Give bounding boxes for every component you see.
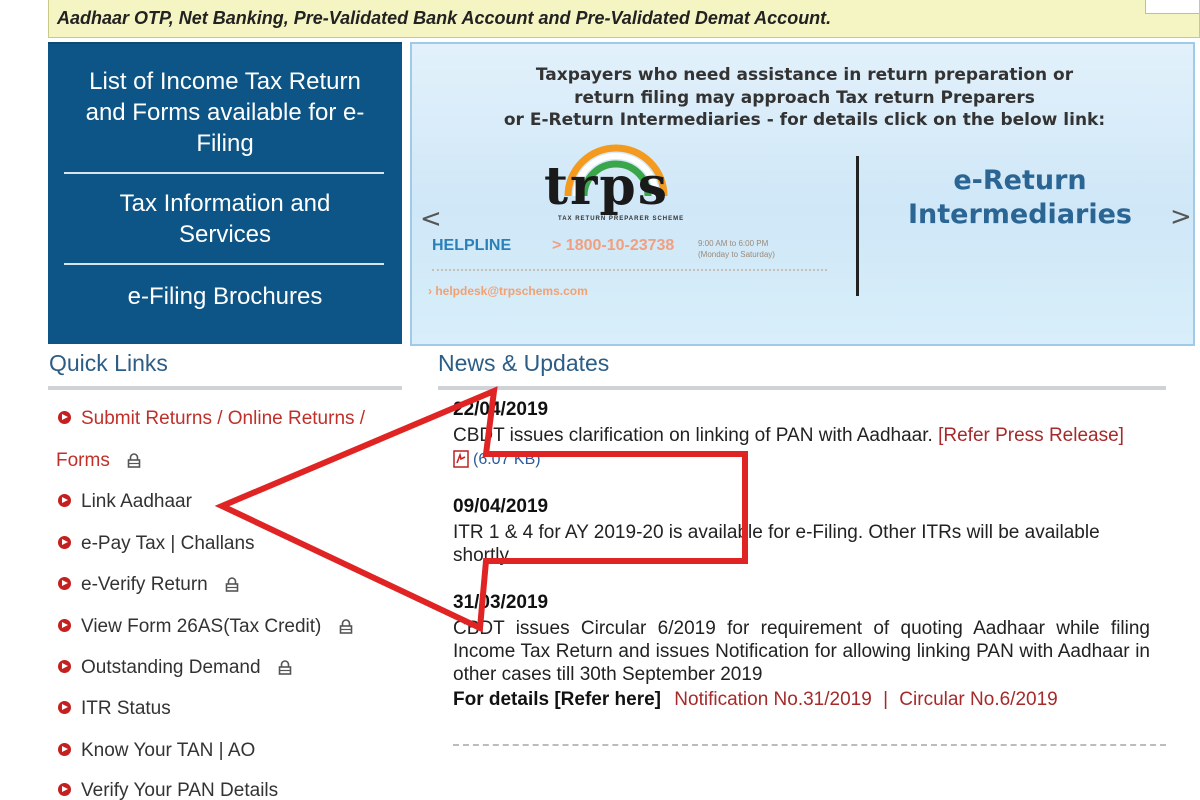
lock-icon	[278, 660, 292, 676]
quick-link-everify-return[interactable]: e-Verify Return	[58, 574, 239, 596]
quick-link-verify-pan[interactable]: Verify Your PAN Details	[58, 780, 278, 800]
nav-itr-forms-line3: Filing	[196, 130, 254, 157]
quick-link-know-tan[interactable]: Know Your TAN | AO	[58, 740, 255, 762]
news-item-text: CBDT issues Circular 6/2019 for requirem…	[453, 617, 1150, 686]
quick-link-label: Link Aadhaar	[81, 491, 192, 512]
helpline-hours-time: 9:00 AM to 6:00 PM	[698, 239, 769, 248]
news-details-row: For details [Refer here] Notification No…	[453, 688, 1150, 711]
news-item-text: ITR 1 & 4 for AY 2019-20 is available fo…	[453, 521, 1150, 567]
nav-tax-info-line2: Services	[178, 221, 272, 248]
details-label[interactable]: For details [Refer here]	[453, 689, 661, 710]
quick-link-label: Outstanding Demand	[81, 657, 261, 678]
quick-links-title: Quick Links	[49, 350, 168, 376]
notification-link[interactable]: Notification No.31/2019	[674, 689, 872, 710]
lock-icon	[339, 619, 352, 635]
quick-link-epay-tax[interactable]: e-Pay Tax | Challans	[58, 533, 255, 555]
eri-line-1: e-Return	[953, 165, 1087, 196]
banner-line-2: return filing may approach Tax return Pr…	[574, 87, 1035, 108]
quick-links-rule	[48, 386, 402, 390]
bullet-icon	[58, 619, 71, 633]
trps-logo-text: trps	[544, 156, 670, 217]
nav-divider	[64, 172, 384, 174]
news-rule	[438, 386, 1166, 390]
quick-link-itr-status[interactable]: ITR Status	[58, 698, 171, 720]
nav-tax-info-line1: Tax Information and	[119, 190, 331, 217]
circular-link[interactable]: Circular No.6/2019	[899, 689, 1057, 710]
quick-link-label: Know Your TAN | AO	[81, 740, 256, 761]
top-notice-bar: Aadhaar OTP, Net Banking, Pre-Validated …	[48, 0, 1200, 38]
banner-headline: Taxpayers who need assistance in return …	[412, 64, 1193, 132]
bullet-icon	[58, 783, 71, 797]
pdf-file-size: (6.07 KB)	[473, 451, 541, 468]
nav-brochures-link[interactable]: e-Filing Brochures	[48, 281, 402, 312]
quick-link-label: Submit Returns / Online Returns /	[81, 408, 366, 429]
helpline-label: HELPLINE	[432, 237, 512, 254]
lock-icon	[225, 577, 239, 593]
carousel-prev-arrow[interactable]: <	[420, 204, 442, 234]
carousel-next-arrow[interactable]: >	[1170, 202, 1192, 232]
helpline-hours-days: (Monday to Saturday)	[698, 250, 775, 259]
nav-divider	[64, 263, 384, 265]
eri-line-2: Intermediaries	[907, 199, 1132, 230]
quick-link-label: Verify Your PAN Details	[81, 780, 279, 800]
helpdesk-email: › helpdesk@trpschems.com	[428, 284, 588, 298]
quick-link-label: Forms	[56, 450, 110, 471]
bullet-icon	[58, 701, 71, 715]
quick-link-label: e-Pay Tax | Challans	[81, 533, 255, 554]
news-item-text: CBDT issues clarification on linking of …	[453, 424, 1150, 447]
banner-line-3: or E-Return Intermediaries - for details…	[503, 110, 1106, 130]
nav-itr-forms-link[interactable]: List of Income Tax Return and Forms avai…	[48, 66, 402, 159]
top-notice-text: Aadhaar OTP, Net Banking, Pre-Validated …	[57, 8, 832, 28]
helpline-number: > 1800-10-23738	[552, 237, 675, 254]
trps-banner[interactable]: Taxpayers who need assistance in return …	[410, 42, 1195, 346]
quick-link-label: View Form 26AS(Tax Credit)	[81, 616, 322, 637]
bullet-icon	[58, 411, 71, 425]
e-return-intermediaries-link[interactable]: e-Return Intermediaries	[880, 164, 1160, 232]
quick-link-label: e-Verify Return	[81, 574, 208, 595]
news-text: CBDT issues clarification on linking of …	[453, 425, 933, 446]
quick-link-label: ITR Status	[81, 698, 171, 719]
quick-link-link-aadhaar[interactable]: Link Aadhaar	[58, 491, 192, 513]
news-date: 31/03/2019	[453, 592, 549, 613]
news-text: CBDT issues Circular 6/2019 for requirem…	[453, 618, 1150, 685]
news-title: News & Updates	[438, 350, 610, 376]
top-notice-tab	[1145, 0, 1199, 14]
helpline-hours: 9:00 AM to 6:00 PM (Monday to Saturday)	[698, 238, 808, 260]
banner-line-1: Taxpayers who need assistance in return …	[535, 65, 1074, 85]
nav-brochures-label: e-Filing Brochures	[127, 283, 323, 310]
banner-vertical-divider	[856, 156, 859, 296]
left-nav-panel: List of Income Tax Return and Forms avai…	[48, 42, 402, 344]
lock-icon	[127, 453, 141, 469]
news-date: 22/04/2019	[453, 399, 549, 420]
bullet-icon	[58, 536, 71, 550]
refer-press-release-link[interactable]: [Refer Press Release]	[938, 425, 1124, 446]
quick-link-form-26as[interactable]: View Form 26AS(Tax Credit)	[58, 616, 353, 638]
news-dashed-divider	[453, 744, 1166, 746]
link-separator: |	[883, 689, 889, 710]
quick-link-submit-returns[interactable]: Submit Returns / Online Returns /	[58, 408, 365, 430]
pdf-icon[interactable]	[453, 450, 469, 468]
news-text: ITR 1 & 4 for AY 2019-20 is available fo…	[453, 522, 1100, 566]
quick-link-submit-returns-forms[interactable]: Forms	[56, 450, 141, 472]
bullet-icon	[58, 577, 71, 591]
bullet-icon	[58, 660, 71, 674]
bullet-icon	[58, 494, 71, 508]
nav-itr-forms-line2: and Forms available for e-	[85, 99, 365, 126]
bullet-icon	[58, 743, 71, 757]
banner-dotted-divider	[432, 269, 827, 271]
nav-itr-forms-line1: List of Income Tax Return	[89, 68, 361, 95]
quick-link-outstanding-demand[interactable]: Outstanding Demand	[58, 657, 292, 679]
nav-tax-info-link[interactable]: Tax Information and Services	[48, 188, 402, 250]
news-date: 09/04/2019	[453, 496, 549, 517]
trps-logo-subtitle: TAX RETURN PREPARER SCHEME	[558, 216, 685, 222]
